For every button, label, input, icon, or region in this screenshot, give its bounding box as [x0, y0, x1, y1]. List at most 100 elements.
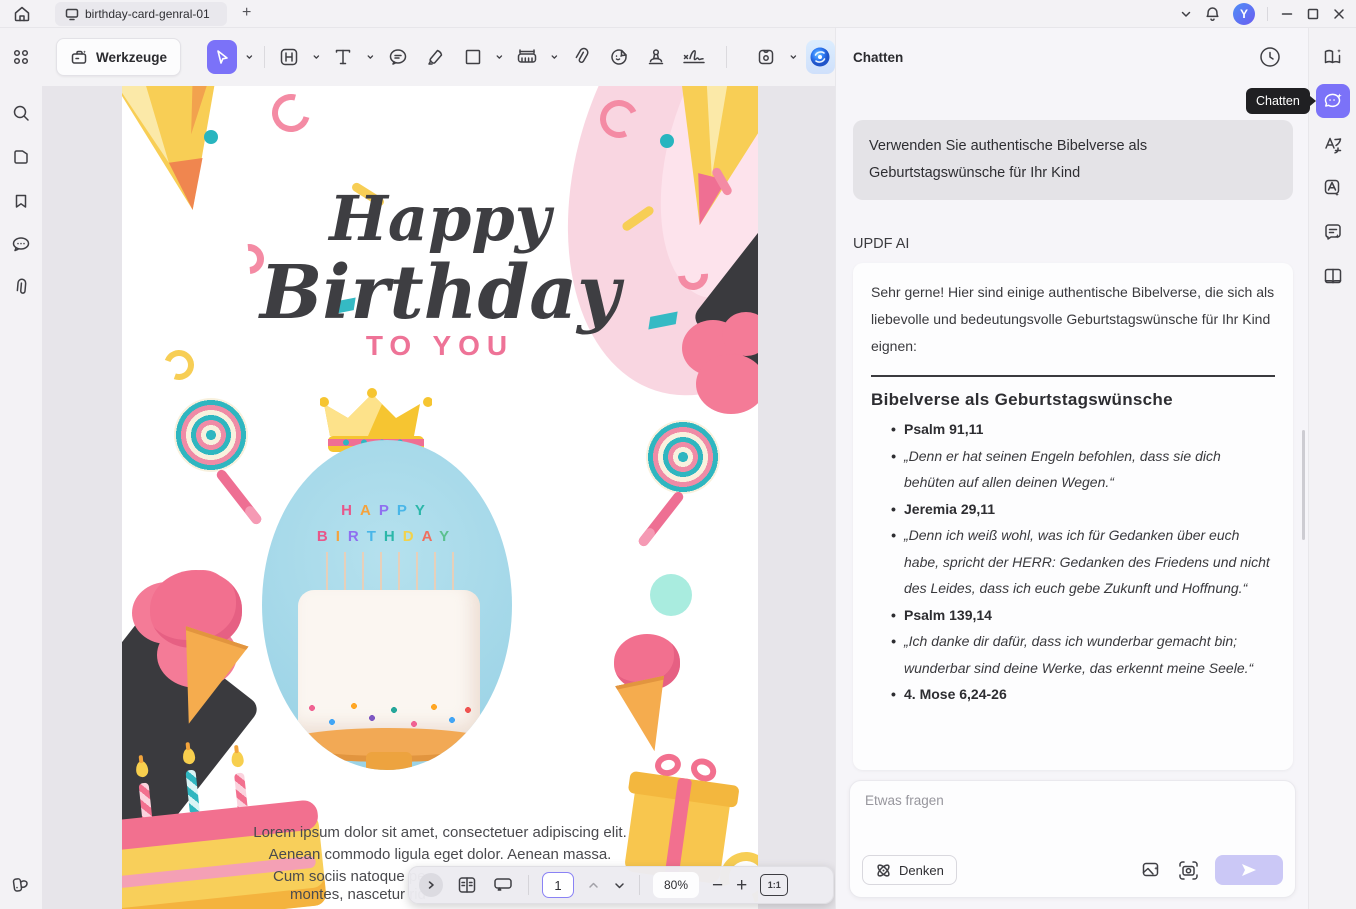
monitor-icon — [65, 8, 79, 21]
ai-summary-icon[interactable] — [1316, 215, 1350, 249]
minimize-icon[interactable] — [1280, 7, 1294, 21]
side-panel-book-icon[interactable] — [1316, 259, 1350, 293]
confetti — [204, 130, 218, 144]
apps-grid-icon[interactable] — [9, 45, 33, 69]
confetti — [265, 87, 317, 139]
annotation-mode-icon[interactable] — [491, 874, 515, 896]
app-window: birthday-card-genral-01 + Y Werkzeuge Ha… — [0, 0, 1356, 909]
attach-tool[interactable] — [566, 40, 596, 74]
page-number-input[interactable]: 1 — [542, 872, 574, 898]
list-item: Jeremia 29,11 — [891, 496, 1275, 523]
ai-heading: Bibelverse als Geburtstagswünsche — [871, 390, 1173, 409]
highlighter-tool[interactable] — [420, 40, 450, 74]
send-button[interactable] — [1215, 855, 1283, 885]
dot-decoration — [650, 574, 692, 616]
cake-candle-letters: BIRTHDAY — [316, 528, 458, 545]
list-item: „Denn ich weiß wohl, was ich für Gedanke… — [891, 522, 1275, 602]
translate-icon[interactable] — [1316, 128, 1350, 162]
ai-assistant-tool[interactable] — [805, 40, 836, 74]
screenshot-tool[interactable] — [751, 40, 781, 74]
list-item: 4. Mose 6,24-26 — [891, 681, 1275, 708]
pdf-page: Happy Birthday TO YOU HAPPY BIRTHDAY Lor… — [122, 86, 758, 909]
chevron-right-icon — [428, 881, 434, 889]
cake-photo: HAPPY BIRTHDAY — [262, 440, 512, 770]
translate-page-icon[interactable] — [1316, 171, 1350, 205]
two-page-view-icon[interactable] — [456, 874, 478, 896]
page-down-icon[interactable] — [613, 879, 626, 892]
user-message: Verwenden Sie authentische Bibelverse al… — [853, 120, 1293, 200]
list-item: „Ich danke dir dafür, dass ich wunderbar… — [891, 628, 1275, 681]
document-viewport[interactable]: Happy Birthday TO YOU HAPPY BIRTHDAY Lor… — [42, 86, 835, 909]
measure-tool-chevron-icon[interactable] — [550, 52, 559, 62]
camera-screenshot-icon[interactable] — [1177, 859, 1200, 882]
text-tool-chevron-icon[interactable] — [366, 52, 375, 62]
shape-tool-chevron-icon[interactable] — [495, 52, 504, 62]
think-button[interactable]: Denken — [862, 855, 957, 885]
list-item: Psalm 91,11 — [891, 416, 1275, 443]
edit-tool-chevron-icon[interactable] — [312, 52, 321, 62]
chevron-down-icon[interactable] — [1180, 8, 1192, 20]
werkzeuge-label: Werkzeuge — [96, 49, 168, 65]
text-tool[interactable] — [329, 40, 359, 74]
stamp-tool[interactable] — [641, 40, 671, 74]
toolbox-icon — [71, 50, 87, 64]
ai-chat-icon[interactable] — [1316, 84, 1350, 118]
maximize-icon[interactable] — [1306, 7, 1320, 21]
search-icon[interactable] — [9, 101, 33, 125]
zoom-out-icon[interactable]: − — [712, 876, 723, 895]
main-toolbar: Werkzeuge — [42, 28, 836, 86]
ai-bullet-list: Psalm 91,11 „Denn er hat seinen Engeln b… — [871, 416, 1275, 708]
titlebar: birthday-card-genral-01 + Y — [0, 0, 1356, 28]
chat-input[interactable]: Etwas fragen Denken — [849, 780, 1296, 898]
sticker-tool[interactable] — [604, 40, 634, 74]
history-clock-icon[interactable] — [1258, 45, 1282, 69]
list-item: „Denn er hat seinen Engeln befohlen, das… — [891, 443, 1275, 496]
ai-chat-panel: Chatten Verwenden Sie authentische Bibel… — [835, 28, 1308, 909]
chat-panel-title: Chatten — [853, 50, 904, 65]
chat-header: Chatten — [836, 28, 1308, 86]
think-button-label: Denken — [899, 862, 944, 878]
comment-tool[interactable] — [383, 40, 413, 74]
card-body-line3: Cum sociis natoque pe — [273, 868, 426, 885]
ai-response: Sehr gerne! Hier sind einige authentisch… — [853, 263, 1293, 770]
ai-read-book-icon[interactable] — [1316, 40, 1350, 74]
measure-tool[interactable] — [512, 40, 542, 74]
card-title-line1: Happy — [329, 182, 551, 255]
card-title-line2: Birthday — [259, 250, 621, 336]
palette-icon[interactable] — [9, 873, 33, 897]
ai-sidebar — [1308, 28, 1356, 909]
avatar[interactable]: Y — [1233, 3, 1255, 25]
select-tool[interactable] — [207, 40, 237, 74]
home-icon[interactable] — [10, 3, 34, 25]
attachment-icon[interactable] — [9, 276, 33, 300]
zoom-level[interactable]: 80% — [653, 872, 699, 898]
bookmark-icon[interactable] — [9, 189, 33, 213]
werkzeuge-button[interactable]: Werkzeuge — [56, 38, 182, 76]
card-subtitle: TO YOU — [365, 330, 515, 361]
comments-icon[interactable] — [9, 232, 33, 256]
confetti — [660, 134, 674, 148]
signature-tool[interactable] — [679, 40, 709, 74]
image-ai-icon[interactable] — [1140, 859, 1162, 881]
ai-swirl-icon — [810, 47, 830, 67]
edit-tool[interactable] — [275, 40, 305, 74]
document-tab[interactable]: birthday-card-genral-01 — [55, 2, 227, 26]
bell-icon[interactable] — [1204, 6, 1221, 23]
chat-input-placeholder: Etwas fragen — [865, 793, 944, 808]
new-tab-icon[interactable]: + — [242, 4, 251, 22]
shape-tool[interactable] — [458, 40, 488, 74]
collapse-statusbar-button[interactable] — [419, 873, 443, 897]
select-tool-chevron-icon[interactable] — [245, 52, 254, 62]
ai-divider — [871, 375, 1275, 377]
actual-size-button[interactable]: 1:1 — [760, 874, 789, 896]
close-icon[interactable] — [1332, 7, 1346, 21]
card-body-line2: Aenean commodo ligula eget dolor. Aenean… — [268, 846, 612, 863]
screenshot-tool-chevron-icon[interactable] — [789, 52, 798, 62]
page-thumbnails-icon[interactable] — [9, 145, 33, 169]
page-up-icon[interactable] — [587, 879, 600, 892]
ai-intro-text: Sehr gerne! Hier sind einige authentisch… — [871, 284, 1275, 354]
chat-scrollbar[interactable] — [1302, 430, 1305, 540]
cake-stand — [366, 752, 412, 770]
card-body-line4: montes, nascetur rid — [290, 886, 426, 903]
zoom-in-icon[interactable]: + — [736, 876, 747, 895]
